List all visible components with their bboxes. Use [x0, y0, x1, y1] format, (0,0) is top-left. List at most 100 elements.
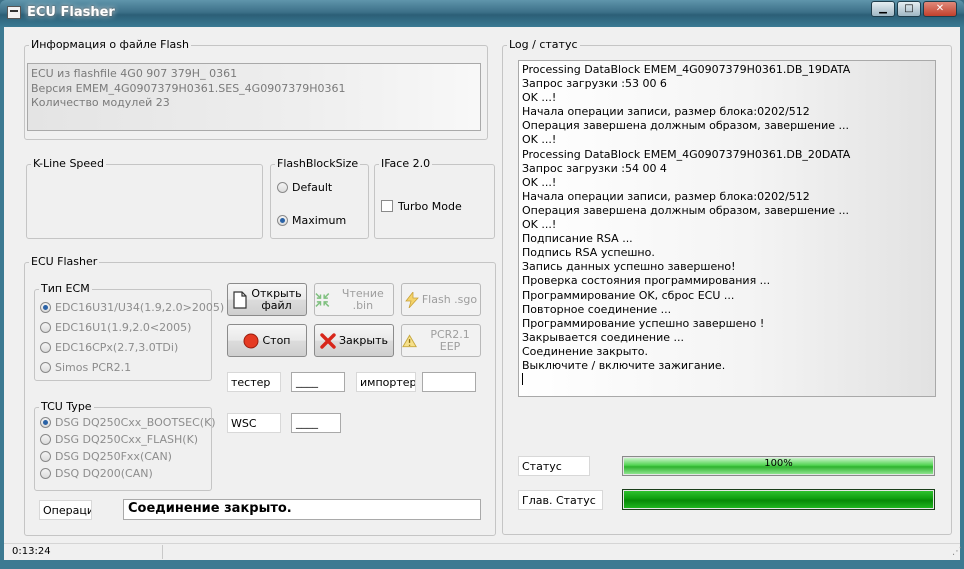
radio-ecm-simos[interactable]: Simos PCR2.1 [40, 361, 131, 374]
iface-group: IFace 2.0 Turbo Mode [374, 157, 495, 239]
client-area: Информация о файле Flash ECU из flashfil… [4, 27, 962, 560]
main-status-label: Глав. Статус [518, 490, 603, 510]
radio-maximum[interactable]: Maximum [277, 214, 346, 227]
open-file-button[interactable]: Открыть файл [227, 283, 307, 316]
log-status-legend: Log / статус [507, 38, 580, 51]
log-line: Проверка состояния программирования ... [522, 274, 771, 288]
log-line: Программирование успешно завершено ! [522, 316, 765, 330]
file-info-line: Версия EMEM_4G0907379H0361.SES_4G0907379… [31, 81, 346, 95]
radio-ecm-edc16u31[interactable]: EDC16U31/U34(1.9,2.0>2005) [40, 301, 224, 314]
arrows-icon [315, 292, 330, 307]
window-title: ECU Flasher [27, 5, 115, 20]
radio-indicator-selected [40, 417, 51, 428]
radio-label: DSG DQ250Fxx(CAN) [55, 450, 172, 463]
radio-indicator [40, 342, 51, 353]
tester-field[interactable]: ____ [291, 372, 345, 392]
log-line: Программирование OK, сброс ECU ... [522, 288, 735, 302]
log-line: Начала операции записи, размер блока:020… [522, 189, 810, 203]
stop-label: Стоп [262, 333, 291, 347]
importer-field[interactable] [422, 372, 476, 392]
radio-indicator [40, 362, 51, 373]
log-line: Запрос загрузки :53 00 6 [522, 77, 667, 91]
tcu-type-group: TCU Type DSG DQ250Cxx_BOOTSEC(K) DSG DQ2… [34, 400, 216, 491]
resize-grip-icon[interactable]: ⋰ [948, 545, 962, 559]
log-line: Повторное соединение ... [522, 302, 672, 316]
log-line: OK ...! [522, 218, 557, 232]
radio-tcu-dq250-flash[interactable]: DSG DQ250Cxx_FLASH(K) [40, 433, 198, 446]
log-line: OK ...! [522, 91, 557, 105]
radio-label: Default [292, 181, 333, 194]
radio-ecm-edc16cpx[interactable]: EDC16CPx(2.7,3.0TDi) [40, 341, 178, 354]
operation-status-field: Соединение закрыто. [123, 499, 481, 520]
pcr-eep-button[interactable]: PCR2.1 EEP [401, 324, 481, 357]
lightning-icon [405, 291, 419, 308]
status-label: Статус [518, 456, 590, 476]
main-status-progress-bar [622, 489, 935, 510]
ecm-type-legend: Тип ECM [39, 282, 92, 295]
iface-legend: IFace 2.0 [379, 157, 433, 170]
title-bar[interactable]: ECU Flasher ▁ □ ✕ [0, 0, 964, 27]
radio-ecm-edc16u1[interactable]: EDC16U1(1.9,2.0<2005) [40, 321, 191, 334]
radio-indicator [40, 322, 51, 333]
log-line: Соединение закрыто. [522, 344, 649, 358]
radio-default[interactable]: Default [277, 181, 332, 194]
log-line: Операция завершена должным образом, заве… [522, 203, 849, 217]
wsc-label: WSC [227, 413, 281, 433]
kline-speed-legend: K-Line Speed [31, 157, 106, 170]
log-line: Запрос загрузки :54 00 4 [522, 161, 667, 175]
stop-button[interactable]: Стоп [227, 324, 307, 357]
log-line: OK ...! [522, 175, 557, 189]
status-progress-bar: 100% [622, 456, 935, 476]
stop-icon [243, 333, 259, 348]
maximize-button[interactable]: □ [897, 1, 921, 17]
flash-sgo-label: Flash .sgo [421, 292, 478, 306]
radio-label: EDC16U1(1.9,2.0<2005) [55, 321, 192, 334]
log-line: Начала операции записи, размер блока:020… [522, 105, 810, 119]
file-info-line: Количество модулей 23 [31, 96, 170, 109]
file-info-legend: Информация о файле Flash [29, 38, 191, 51]
document-icon [233, 290, 247, 309]
status-bar: 0:13:24 ⋰ [4, 543, 962, 560]
radio-indicator-selected [40, 302, 51, 313]
flashblocksize-group: FlashBlockSize Default Maximum [270, 157, 369, 239]
turbo-mode-checkbox[interactable]: Turbo Mode [381, 200, 462, 213]
close-window-button[interactable]: ✕ [923, 1, 957, 17]
ecu-flasher-legend: ECU Flasher [29, 255, 100, 268]
radio-tcu-dq200[interactable]: DSQ DQ200(CAN) [40, 467, 153, 480]
operation-label: Операция [39, 500, 92, 520]
kline-speed-group: K-Line Speed [26, 157, 263, 239]
flash-sgo-button[interactable]: Flash .sgo [401, 283, 481, 316]
log-line: Processing DataBlock EMEM_4G0907379H0361… [522, 63, 851, 76]
file-info-group: Информация о файле Flash ECU из flashfil… [24, 38, 488, 140]
radio-indicator [277, 182, 288, 193]
flashblocksize-legend: FlashBlockSize [275, 157, 361, 170]
log-line: Processing DataBlock EMEM_4G0907379H0361… [522, 147, 851, 161]
radio-label: EDC16CPx(2.7,3.0TDi) [55, 341, 179, 354]
radio-label: EDC16U31/U34(1.9,2.0>2005) [55, 301, 225, 314]
radio-indicator [40, 451, 51, 462]
log-textbox[interactable]: Processing DataBlock EMEM_4G0907379H0361… [518, 60, 936, 397]
minimize-button[interactable]: ▁ [871, 1, 895, 17]
radio-indicator-selected [277, 215, 288, 226]
status-progress-text: 100% [764, 458, 793, 469]
radio-tcu-dq250fxx[interactable]: DSG DQ250Fxx(CAN) [40, 450, 172, 463]
tester-label: тестер [227, 372, 281, 392]
ecm-type-group: Тип ECM EDC16U31/U34(1.9,2.0>2005) EDC16… [34, 282, 224, 381]
radio-tcu-dq250-bootsec[interactable]: DSG DQ250Cxx_BOOTSEC(K) [40, 416, 216, 429]
radio-indicator [40, 468, 51, 479]
main-status-progress-fill [624, 491, 933, 508]
read-bin-label: Чтение .bin [341, 286, 384, 312]
ecu-flasher-group: ECU Flasher Тип ECM EDC16U31/U34(1.9,2.0… [24, 255, 496, 536]
close-icon [320, 332, 336, 349]
file-info-textbox[interactable]: ECU из flashfile 4G0 907 379H_ 0361 Верс… [27, 63, 481, 131]
close-button[interactable]: Закрыть [314, 324, 394, 357]
wsc-field[interactable]: ____ [291, 413, 341, 433]
log-line: Выключите / включите зажигание. [522, 358, 726, 372]
radio-label: DSG DQ250Cxx_BOOTSEC(K) [55, 416, 216, 429]
log-line: Операция завершена должным образом, заве… [522, 119, 849, 133]
checkbox-indicator [381, 200, 393, 212]
elapsed-time: 0:13:24 [8, 545, 163, 559]
read-bin-button[interactable]: Чтение .bin [314, 283, 394, 316]
tcu-type-legend: TCU Type [39, 400, 94, 413]
log-line: Подписание RSA ... [522, 232, 633, 246]
